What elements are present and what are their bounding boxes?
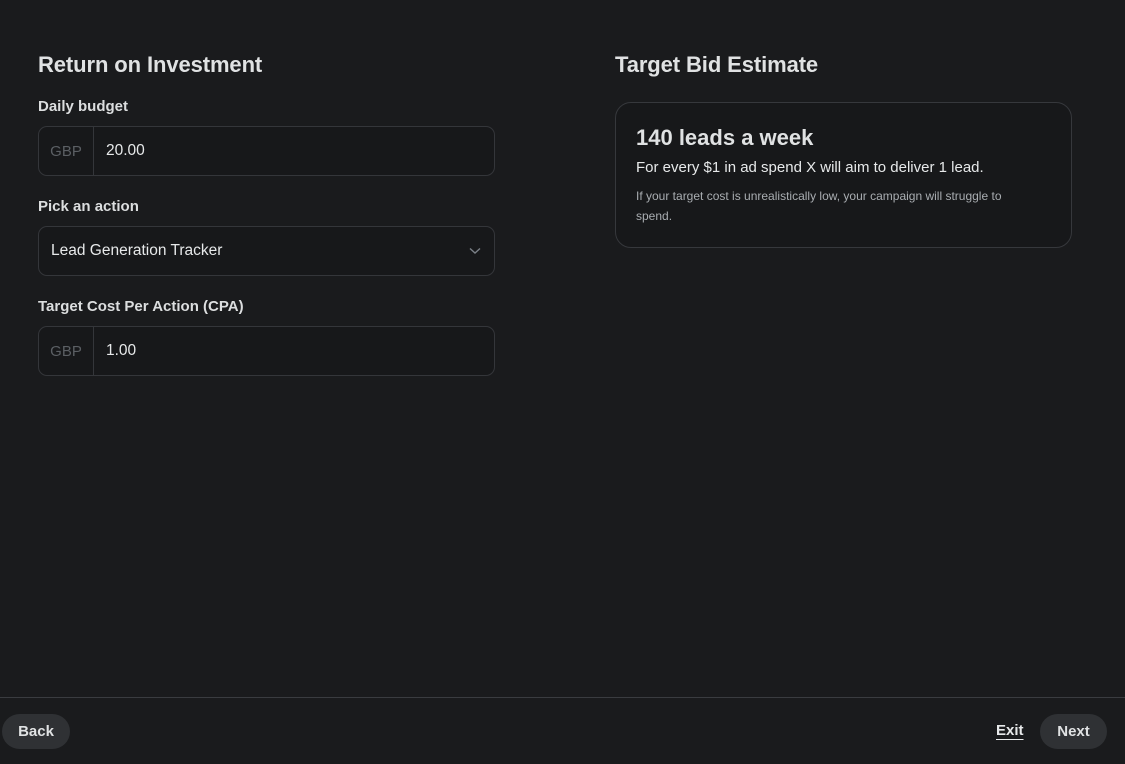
daily-budget-field: GBP (38, 126, 495, 176)
daily-budget-input[interactable] (94, 127, 494, 175)
target-cpa-field: GBP (38, 326, 495, 376)
estimate-headline: 140 leads a week (636, 125, 814, 150)
target-cpa-input[interactable] (94, 327, 494, 375)
estimate-title: Target Bid Estimate (615, 52, 819, 77)
estimate-note: If your target cost is unrealistically l… (636, 189, 1002, 223)
action-select[interactable]: Lead Generation Tracker (38, 226, 495, 276)
target-cpa-label: Target Cost Per Action (CPA) (38, 298, 244, 315)
daily-budget-label: Daily budget (38, 98, 129, 115)
chevron-down-icon (469, 245, 481, 257)
target-cpa-currency: GBP (39, 327, 94, 375)
action-label: Pick an action (38, 198, 139, 215)
next-button[interactable]: Next (1040, 714, 1107, 749)
estimate-section: Target Bid Estimate 140 leads a week For… (615, 52, 1072, 248)
footer-divider (0, 697, 1125, 698)
roi-section: Return on Investment Daily budget GBP Pi… (38, 52, 495, 376)
exit-link[interactable]: Exit (996, 722, 1024, 739)
daily-budget-currency: GBP (39, 127, 94, 175)
back-button[interactable]: Back (2, 714, 70, 749)
estimate-description: For every $1 in ad spend X will aim to d… (636, 159, 984, 176)
estimate-card: 140 leads a week For every $1 in ad spen… (615, 102, 1072, 248)
action-selected-value: Lead Generation Tracker (51, 242, 223, 259)
roi-title: Return on Investment (38, 52, 263, 77)
